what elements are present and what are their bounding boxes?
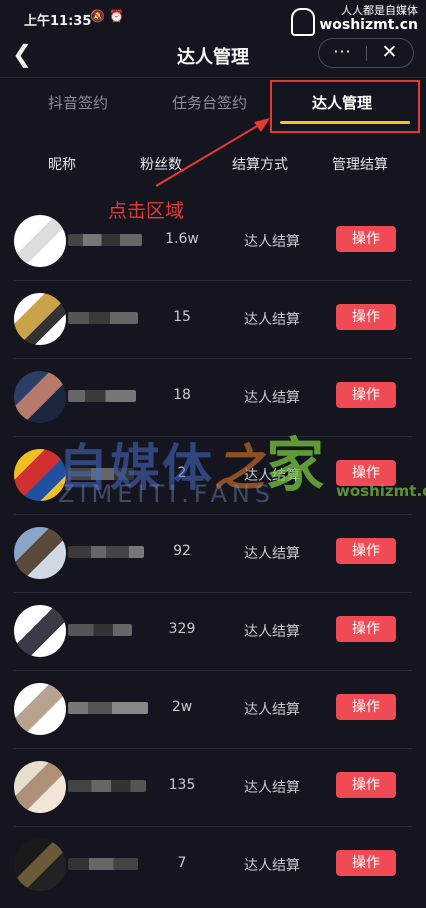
tab-douyin-sign[interactable]: 抖音签约 bbox=[48, 92, 108, 113]
operate-button[interactable]: 操作 bbox=[336, 772, 396, 798]
settle-method: 达人结算 bbox=[244, 624, 300, 640]
fans-count: 135 bbox=[168, 777, 196, 793]
status-bar: 上午11:35 🔕⏰ 人人都是自媒体 woshizmt.cn bbox=[0, 0, 426, 36]
annotation-arrow-icon bbox=[155, 118, 270, 187]
table-row: 2w 达人结算 操作 bbox=[14, 670, 412, 749]
watermark-line2: woshizmt.cn bbox=[319, 17, 418, 33]
watermark-line1: 人人都是自媒体 bbox=[341, 4, 418, 17]
avatar bbox=[14, 605, 66, 657]
more-icon[interactable]: ··· bbox=[319, 42, 366, 61]
avatar bbox=[14, 839, 66, 891]
settle-method: 达人结算 bbox=[244, 780, 300, 796]
status-time: 上午11:35 bbox=[24, 14, 92, 29]
avatar bbox=[14, 527, 66, 579]
operate-button[interactable]: 操作 bbox=[336, 616, 396, 642]
fans-count: 7 bbox=[177, 855, 187, 871]
avatar bbox=[14, 293, 66, 345]
nickname-pixelated bbox=[68, 858, 138, 870]
mute-icon: 🔕 bbox=[90, 9, 109, 23]
fans-count: 92 bbox=[173, 543, 191, 559]
nickname-pixelated bbox=[68, 390, 136, 402]
column-header-nickname: 昵称 bbox=[48, 157, 76, 173]
corner-watermark: 人人都是自媒体 woshizmt.cn bbox=[291, 4, 418, 36]
settle-method: 达人结算 bbox=[244, 390, 300, 406]
operate-button[interactable]: 操作 bbox=[336, 694, 396, 720]
operate-button[interactable]: 操作 bbox=[336, 382, 396, 408]
column-header-manage-settle: 管理结算 bbox=[332, 157, 388, 173]
table-row: 15 达人结算 操作 bbox=[14, 280, 412, 359]
watermark-fans-text: ZIMEITI.FANS bbox=[58, 480, 276, 508]
fans-count: 18 bbox=[173, 387, 191, 403]
settle-method: 达人结算 bbox=[244, 858, 300, 874]
nickname-pixelated bbox=[68, 234, 142, 246]
avatar bbox=[14, 371, 66, 423]
settle-method: 达人结算 bbox=[244, 234, 300, 250]
mini-program-capsule: ··· ✕ bbox=[318, 38, 414, 68]
operate-button[interactable]: 操作 bbox=[336, 850, 396, 876]
avatar bbox=[14, 761, 66, 813]
close-icon[interactable]: ✕ bbox=[366, 41, 413, 63]
settle-method: 达人结算 bbox=[244, 702, 300, 718]
fans-count: 1.6w bbox=[165, 231, 199, 247]
nickname-pixelated bbox=[68, 546, 144, 558]
watermark-cn-text: woshizmt.cn bbox=[336, 482, 426, 500]
annotation-highlight-box bbox=[270, 80, 420, 133]
table-row: 329 达人结算 操作 bbox=[14, 592, 412, 671]
nav-bar: ❮ 达人管理 ··· ✕ bbox=[0, 36, 426, 76]
alarm-icon: ⏰ bbox=[108, 9, 128, 23]
table-row: 7 达人结算 操作 bbox=[14, 826, 412, 904]
settle-method: 达人结算 bbox=[244, 546, 300, 562]
fans-count: 329 bbox=[168, 621, 196, 637]
settle-method: 达人结算 bbox=[244, 312, 300, 328]
operate-button[interactable]: 操作 bbox=[336, 226, 396, 252]
nickname-pixelated bbox=[68, 780, 146, 792]
table-row: 92 达人结算 操作 bbox=[14, 514, 412, 593]
operate-button[interactable]: 操作 bbox=[336, 538, 396, 564]
avatar bbox=[14, 215, 66, 267]
avatar bbox=[14, 683, 66, 735]
fans-count: 2w bbox=[171, 699, 193, 715]
microphone-logo-icon bbox=[291, 8, 316, 36]
tab-task-sign[interactable]: 任务台签约 bbox=[172, 92, 247, 113]
table-row: 135 达人结算 操作 bbox=[14, 748, 412, 827]
nickname-pixelated bbox=[68, 312, 138, 324]
status-icons: 🔕⏰ bbox=[90, 9, 128, 23]
nickname-pixelated bbox=[68, 702, 148, 714]
nickname-pixelated bbox=[68, 624, 132, 636]
operate-button[interactable]: 操作 bbox=[336, 304, 396, 330]
table-row: 1.6w 达人结算 操作 bbox=[14, 202, 412, 281]
fans-count: 15 bbox=[173, 309, 191, 325]
